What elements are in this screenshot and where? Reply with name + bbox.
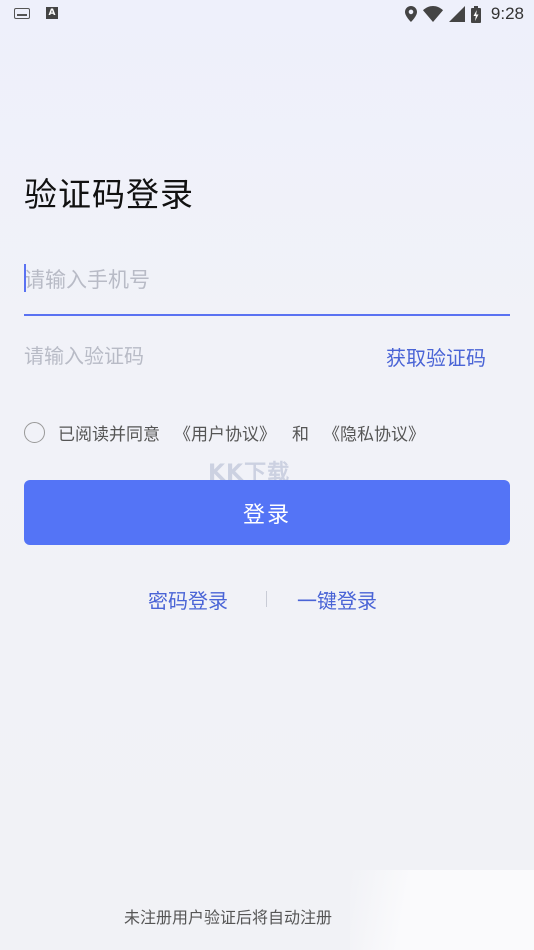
code-input[interactable]: 请输入验证码 获取验证码 [24,330,510,380]
login-button[interactable]: 登录 [24,480,510,545]
divider [266,591,267,607]
text-cursor [24,264,26,292]
phone-input[interactable]: 请输入手机号 [24,250,510,316]
location-icon [404,6,417,22]
footer-fade-overlay [350,870,534,950]
user-agreement-link[interactable]: 《用户协议》 [174,420,276,445]
agreement-prefix: 已阅读并同意 [58,424,160,445]
phone-placeholder: 请输入手机号 [24,268,150,292]
footer-notice: 未注册用户验证后将自动注册 [124,908,333,927]
one-key-login-link[interactable]: 一键登录 [297,585,377,614]
status-bar: A 9:28 [0,0,534,28]
password-login-link[interactable]: 密码登录 [148,585,228,614]
a-icon: A [46,7,58,19]
status-right: 9:28 [404,3,524,25]
code-placeholder: 请输入验证码 [24,344,144,368]
agreement-conjunction: 和 [292,424,309,445]
keyboard-icon [14,7,30,19]
agreement-row: 已阅读并同意 《用户协议》 和 《隐私协议》 [24,418,425,446]
signal-icon [448,6,465,22]
status-time: 9:28 [490,4,524,23]
agreement-radio[interactable] [24,421,45,443]
privacy-policy-link[interactable]: 《隐私协议》 [323,420,425,445]
page-title: 验证码登录 [24,175,194,214]
get-code-button[interactable]: 获取验证码 [386,342,486,371]
battery-charging-icon [470,5,481,23]
status-left: A [14,7,58,19]
alt-login-row: 密码登录 一键登录 [0,585,534,615]
wifi-icon [422,6,443,22]
